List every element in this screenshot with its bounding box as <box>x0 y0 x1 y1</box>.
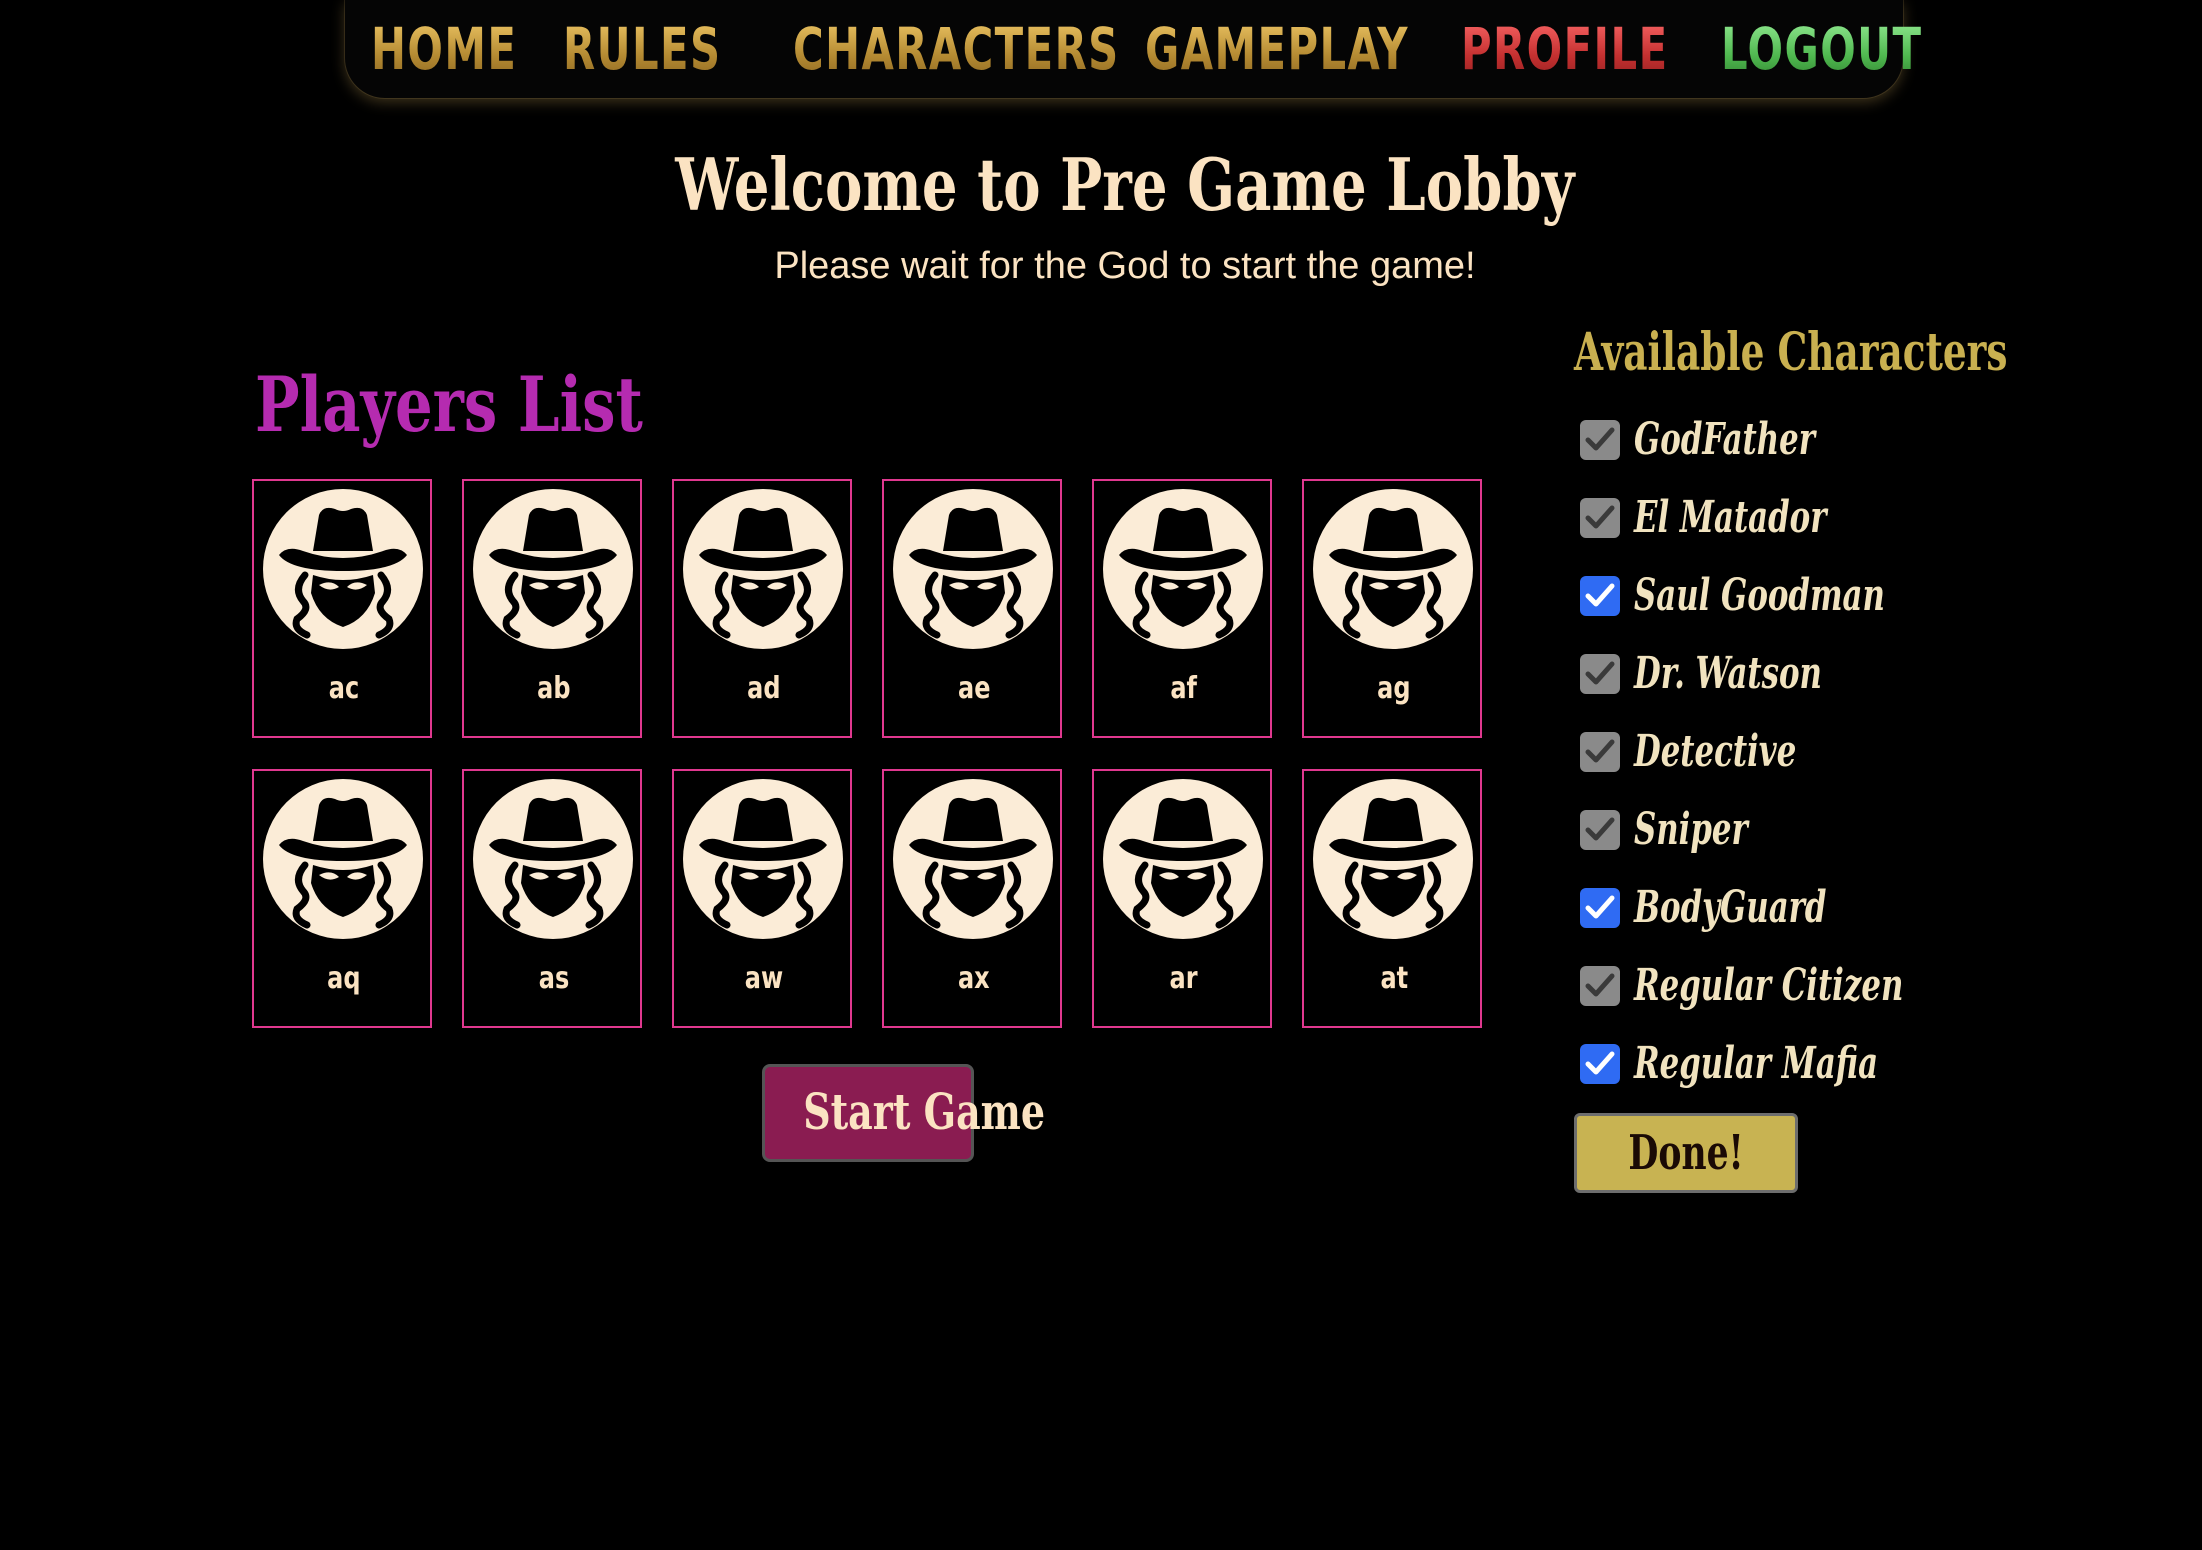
player-card: ab <box>462 479 642 738</box>
player-name: ag <box>1304 671 1484 706</box>
player-name-text: ar <box>1169 961 1199 996</box>
character-checkbox <box>1580 966 1620 1006</box>
player-card: ag <box>1302 479 1482 738</box>
player-name: aq <box>254 961 434 996</box>
spy-avatar-icon <box>263 779 423 939</box>
character-checkbox <box>1580 420 1620 460</box>
check-icon <box>1585 1051 1615 1075</box>
player-card: ae <box>882 479 1062 738</box>
character-label: BodyGuard <box>1634 882 1827 933</box>
character-label: Dr. Watson <box>1634 648 1822 699</box>
player-name: ar <box>1094 961 1274 996</box>
player-name-text: ae <box>957 671 991 706</box>
available-characters-title: Available Characters <box>1574 322 2008 383</box>
player-name-text: ac <box>328 671 360 706</box>
player-card: as <box>462 769 642 1028</box>
nav-home[interactable]: HOME <box>371 14 517 84</box>
player-name-text: at <box>1380 961 1408 996</box>
top-nav: HOME RULES CHARACTERS GAMEPLAY PROFILE LOGOUT <box>345 0 1921 98</box>
player-card: at <box>1302 769 1482 1028</box>
player-name-text: ax <box>958 961 990 996</box>
player-name: ax <box>884 961 1064 996</box>
nav-logout[interactable]: LOGOUT <box>1721 14 1922 84</box>
nav-profile[interactable]: PROFILE <box>1461 14 1669 84</box>
page-title: Welcome to Pre Game Lobby <box>675 142 1575 227</box>
nav-characters[interactable]: CHARACTERS <box>793 14 1120 84</box>
players-list-title: Players List <box>255 360 643 449</box>
player-name: aw <box>674 961 854 996</box>
spy-avatar-icon <box>1103 779 1263 939</box>
player-card: ac <box>252 479 432 738</box>
spy-avatar-icon <box>683 779 843 939</box>
check-icon <box>1585 739 1615 763</box>
player-name: af <box>1094 671 1274 706</box>
player-name-text: aq <box>327 961 361 996</box>
player-card: ar <box>1092 769 1272 1028</box>
player-name: ad <box>674 671 854 706</box>
character-checkbox <box>1580 810 1620 850</box>
page-subtitle: Please wait for the God to start the gam… <box>774 245 1476 287</box>
start-game-button[interactable]: Start Game <box>762 1064 1045 1162</box>
player-name: ab <box>464 671 644 706</box>
player-card: ad <box>672 479 852 738</box>
player-name-text: ab <box>537 671 571 706</box>
spy-avatar-icon <box>893 779 1053 939</box>
check-icon <box>1585 661 1615 685</box>
player-name-text: ad <box>747 671 781 706</box>
character-label: Saul Goodman <box>1634 570 1885 621</box>
spy-avatar-icon <box>1313 489 1473 649</box>
check-icon <box>1585 505 1615 529</box>
spy-avatar-icon <box>683 489 843 649</box>
player-card: ax <box>882 769 1062 1028</box>
done-label: Done! <box>1628 1125 1744 1181</box>
player-name: as <box>464 961 644 996</box>
player-name-text: ag <box>1377 671 1411 706</box>
check-icon <box>1585 895 1615 919</box>
nav-gameplay[interactable]: GAMEPLAY <box>1145 14 1409 84</box>
player-card: aw <box>672 769 852 1028</box>
check-icon <box>1585 973 1615 997</box>
player-name-text: aw <box>744 961 784 996</box>
character-checkbox[interactable] <box>1580 576 1620 616</box>
character-checkbox[interactable] <box>1580 888 1620 928</box>
check-icon <box>1585 817 1615 841</box>
character-checkbox[interactable] <box>1580 1044 1620 1084</box>
character-label: Detective <box>1634 726 1797 777</box>
character-label: Sniper <box>1634 804 1748 855</box>
spy-avatar-icon <box>473 779 633 939</box>
player-name: at <box>1304 961 1484 996</box>
character-label: Regular Mafia <box>1634 1038 1879 1089</box>
check-icon <box>1585 583 1615 607</box>
done-button[interactable]: Done! <box>1574 1113 1798 1193</box>
character-label: Regular Citizen <box>1634 960 1904 1011</box>
character-checkbox <box>1580 732 1620 772</box>
player-card: af <box>1092 479 1272 738</box>
character-checkbox <box>1580 498 1620 538</box>
nav-rules[interactable]: RULES <box>563 14 721 84</box>
start-game-label: Start Game <box>803 1082 1046 1141</box>
spy-avatar-icon <box>1103 489 1263 649</box>
check-icon <box>1585 427 1615 451</box>
character-label: El Matador <box>1634 492 1827 543</box>
spy-avatar-icon <box>1313 779 1473 939</box>
player-name: ac <box>254 671 434 706</box>
character-checkbox <box>1580 654 1620 694</box>
player-name: ae <box>884 671 1064 706</box>
spy-avatar-icon <box>893 489 1053 649</box>
player-name-text: af <box>1170 671 1198 706</box>
player-name-text: as <box>538 961 570 996</box>
spy-avatar-icon <box>263 489 423 649</box>
spy-avatar-icon <box>473 489 633 649</box>
character-label: GodFather <box>1634 414 1815 465</box>
player-card: aq <box>252 769 432 1028</box>
